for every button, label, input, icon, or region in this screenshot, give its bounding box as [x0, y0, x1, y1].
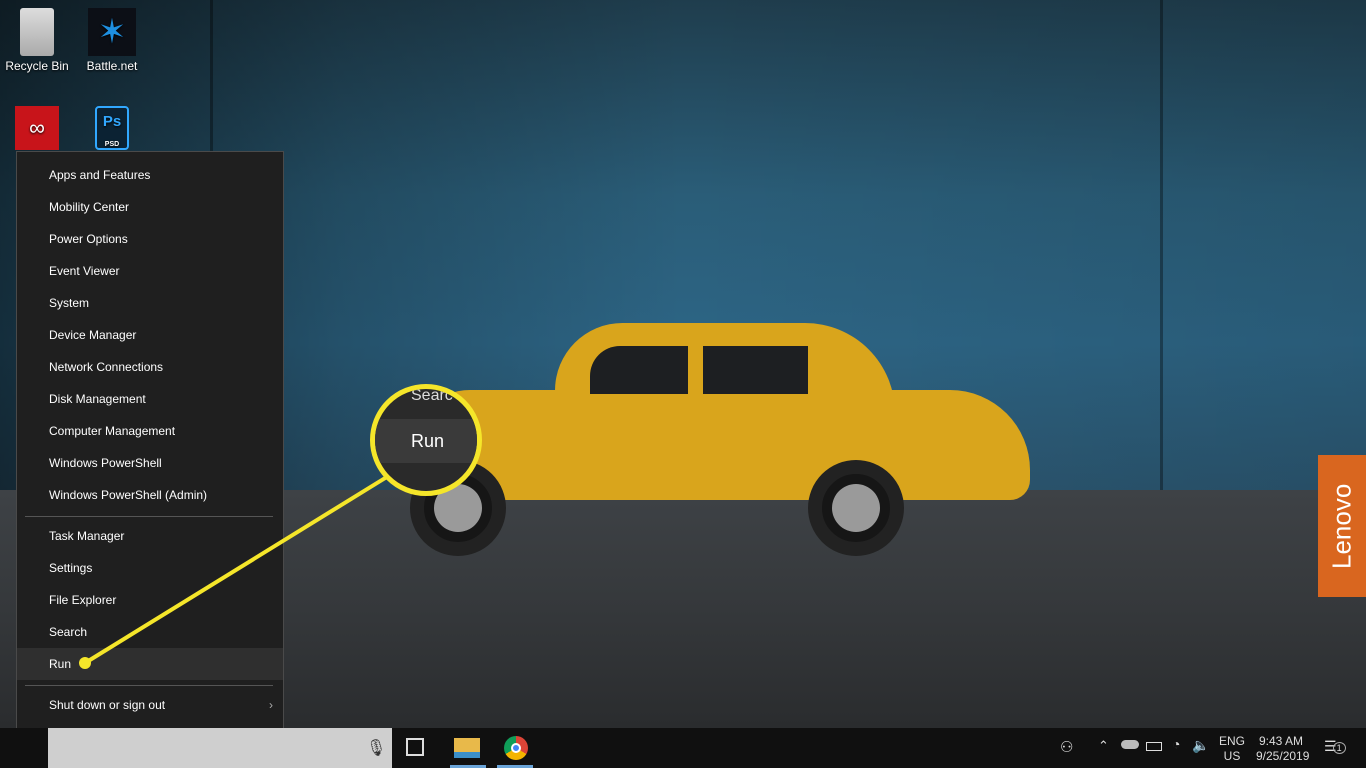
callout-line: [83, 473, 392, 665]
volume-icon[interactable]: 🔈: [1192, 737, 1209, 754]
callout-run-label: Run: [375, 419, 477, 463]
callout-magnifier: Searc Run: [370, 384, 482, 496]
file-explorer-icon[interactable]: [454, 738, 480, 758]
lenovo-logo: Lenovo: [1318, 455, 1366, 597]
battery-icon[interactable]: [1146, 742, 1162, 751]
people-icon[interactable]: ⚇: [1060, 738, 1073, 756]
wifi-icon[interactable]: ◔: [1172, 736, 1180, 752]
clock[interactable]: 9:43 AM 9/25/2019: [1256, 734, 1309, 764]
chevron-up-icon[interactable]: ⌃: [1098, 738, 1109, 754]
task-view-icon[interactable]: [406, 738, 424, 756]
chrome-icon[interactable]: [504, 736, 528, 760]
action-center-icon[interactable]: ☰1: [1324, 738, 1346, 755]
callout-pointer: [79, 473, 392, 669]
callout-search-text: Searc: [411, 387, 453, 404]
microphone-icon[interactable]: 🎙: [366, 738, 386, 758]
onedrive-cloud-icon[interactable]: [1121, 740, 1139, 749]
callout-dot: [79, 657, 91, 669]
taskbar-search-box[interactable]: 🎙: [48, 728, 392, 768]
language-indicator[interactable]: ENG US: [1219, 734, 1245, 764]
